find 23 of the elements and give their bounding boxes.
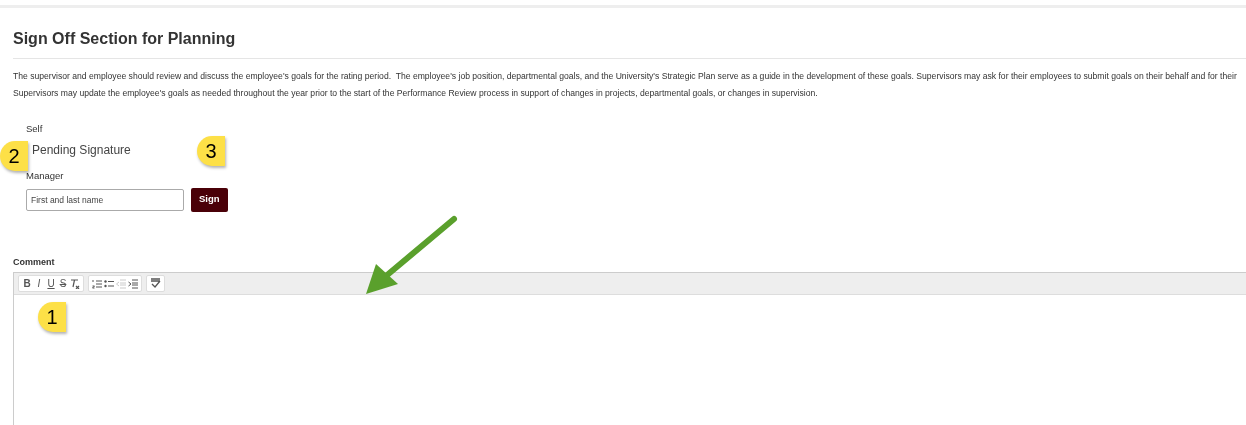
toolbar-button[interactable]: B <box>21 276 33 291</box>
clear-format-icon <box>70 278 80 289</box>
spellcheck-icon <box>150 278 161 289</box>
toolbar-button[interactable]: U <box>45 276 57 291</box>
description-text: The supervisor and employee should review and discuss the employee's goals for the rating period. The employee's job position, departmental goals, and the University's Strategic Plan serve as a guide in the development of these goals. Supervisors may ask for their employees to submit goals on their behalf and for their <box>13 70 1237 83</box>
numbered-list-icon <box>92 278 102 289</box>
self-label: Self <box>26 122 43 136</box>
comment-label: Comment <box>13 255 55 269</box>
toolbar-button[interactable]: I <box>33 276 45 291</box>
section-title: Sign Off Section for Planning <box>13 29 237 49</box>
toolbar-button[interactable]: S <box>57 276 69 291</box>
callout-badge: 1 <box>38 302 66 332</box>
callout-badge: 2 <box>0 141 28 171</box>
description-text: Supervisors may update the employee's goals as needed throughout the year prior to the start of the Performance Review process in support of changes in projects, departmental goals, or changes in supervision. <box>13 87 818 100</box>
name-input[interactable]: First and last name <box>26 188 184 211</box>
signature-status: Pending Signature <box>31 142 131 160</box>
manager-label: Manager <box>26 169 64 184</box>
toolbar-button[interactable] <box>69 276 81 291</box>
indent-icon <box>128 278 138 289</box>
sign-button[interactable]: Sign <box>191 187 228 212</box>
callout-badge: 3 <box>197 136 225 166</box>
outdent-icon <box>116 278 126 289</box>
bullet-list-icon <box>104 278 114 289</box>
